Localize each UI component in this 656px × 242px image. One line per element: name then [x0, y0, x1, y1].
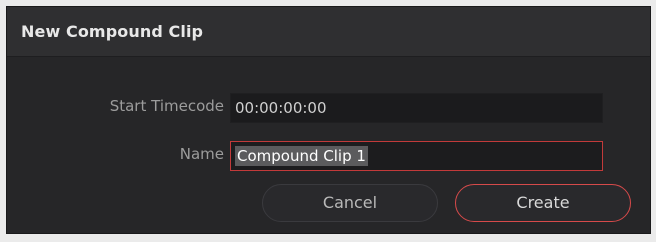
name-selected-text: Compound Clip 1 [235, 146, 368, 166]
start-timecode-label: Start Timecode [109, 97, 224, 115]
name-field[interactable]: Compound Clip 1 [230, 141, 603, 171]
start-timecode-value: 00:00:00:00 [235, 99, 327, 117]
create-button[interactable]: Create [455, 184, 631, 222]
new-compound-clip-dialog: New Compound Clip Start Timecode 00:00:0… [6, 6, 651, 234]
start-timecode-field[interactable]: 00:00:00:00 [230, 93, 603, 123]
dialog-title: New Compound Clip [21, 22, 204, 41]
dialog-body: Start Timecode 00:00:00:00 Name Compound… [7, 57, 650, 233]
cancel-button[interactable]: Cancel [262, 184, 438, 222]
name-value: Compound Clip 1 [235, 146, 368, 166]
dialog-titlebar: New Compound Clip [7, 7, 650, 57]
name-label: Name [179, 145, 224, 163]
